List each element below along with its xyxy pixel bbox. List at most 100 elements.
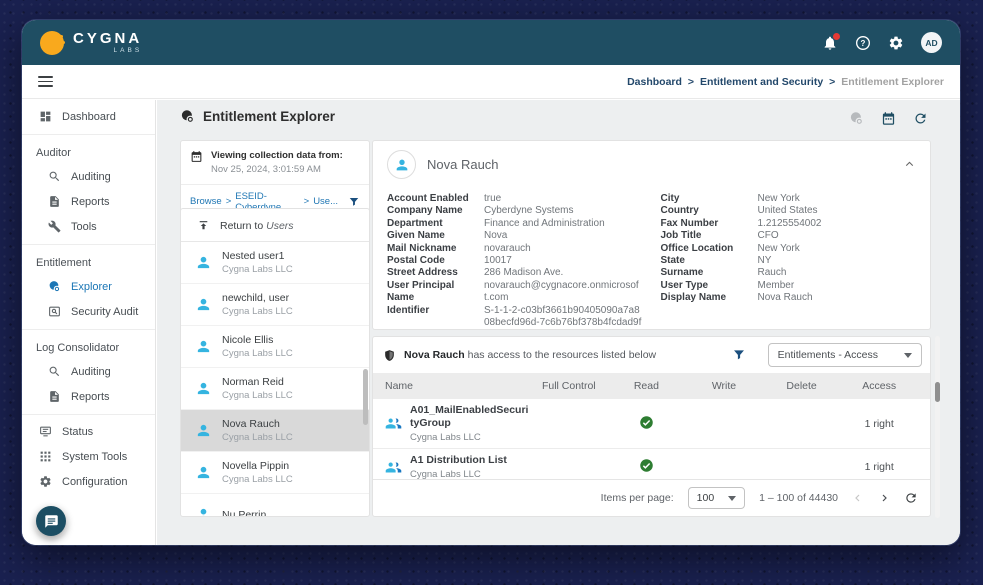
detail-field-surname: Surname Rauch xyxy=(661,267,917,279)
breadcrumb-separator: > xyxy=(829,75,836,88)
sidebar-section-header: Log Consolidator xyxy=(36,342,120,354)
sidebar-item-dashboard[interactable]: Dashboard xyxy=(22,104,155,129)
sidebar-item-label: Tools xyxy=(71,220,97,233)
field-label: User Type xyxy=(660,279,709,291)
field-label: Surname xyxy=(660,267,704,279)
field-label: Postal Code xyxy=(387,255,445,267)
user-list-item-norman-reid[interactable]: Norman Reid Cygna Labs LLC xyxy=(181,368,369,410)
cygna-logo: CYGNA LABS xyxy=(40,30,142,55)
field-label: Fax Number xyxy=(660,217,719,229)
breadcrumb-dashboard[interactable]: Dashboard xyxy=(627,76,682,88)
sidebar-item-security-audit[interactable]: Security Audit xyxy=(22,299,155,324)
field-value: novarauch xyxy=(484,242,531,254)
filter-icon[interactable] xyxy=(348,196,360,208)
return-to-users[interactable]: Return to Users xyxy=(181,209,369,242)
user-list-item-nicole-ellis[interactable]: Nicole Ellis Cygna Labs LLC xyxy=(181,326,369,368)
user-list-item-newchild-user[interactable]: newchild, user Cygna Labs LLC xyxy=(181,284,369,326)
field-value: Finance and Administration xyxy=(484,217,605,229)
items-per-page-label: Items per page: xyxy=(600,492,674,504)
field-value: CFO xyxy=(757,230,779,242)
sidebar-section: Entitlement Explorer Security Audit xyxy=(22,245,155,330)
col-name: Name xyxy=(385,380,414,392)
sidebar-section: Auditor Auditing Reports Tools xyxy=(22,135,155,245)
col-delete: Delete xyxy=(786,380,817,392)
user-list-item-novella-pippin[interactable]: Novella Pippin Cygna Labs LLC xyxy=(181,452,369,494)
help-icon[interactable]: ? xyxy=(855,35,871,51)
field-label: Display Name xyxy=(660,292,727,304)
user-list: Nested user1 Cygna Labs LLC newchild, user… xyxy=(181,242,369,516)
user-avatar[interactable]: AD xyxy=(921,32,942,53)
resource-org: Cygna Labs LLC xyxy=(410,432,481,444)
resource-row-a01-mailenabledsecuritygroup[interactable]: A01_MailEnabledSecurityGroup Cygna Labs L… xyxy=(373,399,930,450)
chat-fab-button[interactable] xyxy=(36,506,66,536)
person-icon xyxy=(195,506,212,516)
person-icon xyxy=(195,338,212,355)
collection-label: Viewing collection data from: xyxy=(211,150,343,161)
security-audit-icon xyxy=(48,305,61,318)
refresh-icon[interactable] xyxy=(913,111,928,126)
collapse-chevron-up-icon[interactable] xyxy=(903,158,916,171)
cell-access: 1 right xyxy=(864,461,894,474)
next-page-icon[interactable] xyxy=(878,492,890,504)
detail-field-mail-nickname: Mail Nickname novarauch xyxy=(387,243,643,255)
status-icon xyxy=(39,425,52,438)
sidebar-item-configuration[interactable]: Configuration xyxy=(22,469,155,494)
check-circle-icon xyxy=(639,458,654,476)
scrollbar-thumb[interactable] xyxy=(935,382,940,402)
col-write: Write xyxy=(711,380,737,392)
field-value: novarauch@cygnacore.onmicrosoft.com xyxy=(484,279,639,304)
user-list-item-nested-user1[interactable]: Nested user1 Cygna Labs LLC xyxy=(181,242,369,284)
cell-access: 1 right xyxy=(864,417,894,430)
notifications-bell-icon[interactable] xyxy=(822,32,840,51)
user-avatar-icon xyxy=(387,150,416,179)
page-size-select[interactable]: 100 xyxy=(687,487,746,509)
svg-text:?: ? xyxy=(861,39,866,48)
return-target: Users xyxy=(266,219,294,232)
resources-scrollbar[interactable] xyxy=(935,336,940,518)
reload-icon[interactable] xyxy=(904,491,918,505)
detail-field-company-name: Company Name Cyberdyne Systems xyxy=(387,205,643,217)
menu-toggle-icon[interactable] xyxy=(38,76,53,87)
field-label: Given Name xyxy=(387,230,445,242)
sidebar-item-auditing[interactable]: Auditing xyxy=(22,164,155,189)
resources-table-body: A01_MailEnabledSecurityGroup Cygna Labs L… xyxy=(373,399,930,479)
resource-org: Cygna Labs LLC xyxy=(410,469,481,479)
collection-icon xyxy=(849,111,864,126)
resource-row-a1-distribution-list[interactable]: A1 Distribution List Cygna Labs LLC 1 righ… xyxy=(373,449,930,479)
group-icon xyxy=(385,415,402,432)
sidebar-item-reports[interactable]: Reports xyxy=(22,384,155,409)
sidebar-item-auditing[interactable]: Auditing xyxy=(22,359,155,384)
sidebar-item-explorer[interactable]: Explorer xyxy=(22,274,155,299)
field-label: User Principal Name xyxy=(387,279,455,304)
path-browse[interactable]: Browse xyxy=(190,196,222,207)
resource-name: A1 Distribution List xyxy=(410,454,507,467)
sidebar-item-status[interactable]: Status xyxy=(22,419,155,444)
entitlements-view-select[interactable]: Entitlements - Access xyxy=(767,343,922,367)
path-users-truncated[interactable]: Use... xyxy=(313,196,338,207)
calendar-icon[interactable] xyxy=(881,111,896,126)
user-details-card: Nova Rauch Account Enabled true Company Na… xyxy=(372,140,931,330)
sidebar-item-label: Auditing xyxy=(71,170,111,183)
user-list-scrollbar[interactable] xyxy=(363,369,368,425)
field-value: 1.2125554002 xyxy=(757,217,822,229)
field-label: Department xyxy=(387,217,443,229)
detail-field-office-location: Office Location New York xyxy=(661,243,917,255)
gear-icon[interactable] xyxy=(888,35,904,51)
detail-field-department: Department Finance and Administration xyxy=(387,218,643,230)
filter-icon[interactable] xyxy=(732,348,746,362)
field-label: Street Address xyxy=(387,267,458,279)
breadcrumb-separator: > xyxy=(687,75,695,88)
entitlement-explorer-icon xyxy=(180,109,195,124)
sidebar-section-header: Auditor xyxy=(36,147,71,159)
app-header: CYGNA LABS ? AD xyxy=(22,20,960,65)
collection-datetime: Nov 25, 2024, 3:01:59 AM xyxy=(211,163,321,175)
user-list-item-nova-rauch[interactable]: Nova Rauch Cygna Labs LLC xyxy=(181,410,369,452)
sidebar-item-reports[interactable]: Reports xyxy=(22,189,155,214)
sidebar-item-tools[interactable]: Tools xyxy=(22,214,155,239)
detail-field-user-principal-name: User Principal Name novarauch@cygnacore.o… xyxy=(387,280,643,305)
sidebar-item-system-tools[interactable]: System Tools xyxy=(22,444,155,469)
user-org: Cygna Labs LLC xyxy=(222,390,293,401)
breadcrumb-entitlement-and-security[interactable]: Entitlement and Security xyxy=(700,76,823,88)
field-value: 286 Madison Ave. xyxy=(484,267,564,279)
user-list-item-nu-perrin[interactable]: Nu Perrin xyxy=(181,494,369,516)
